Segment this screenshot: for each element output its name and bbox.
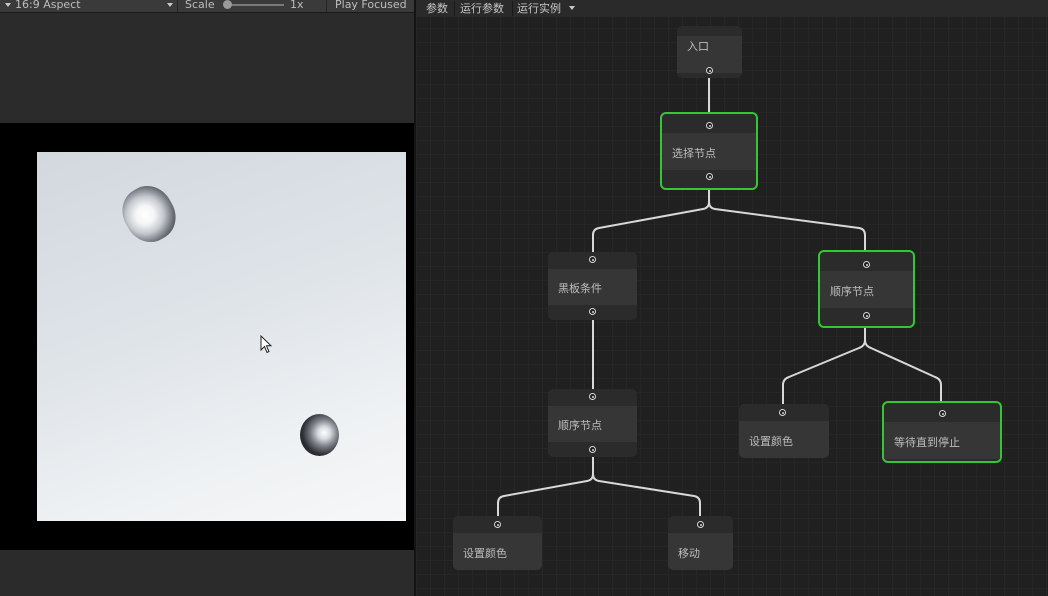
scale-label: Scale bbox=[185, 0, 215, 11]
toolbar-divider bbox=[454, 1, 455, 16]
output-port[interactable] bbox=[863, 312, 870, 319]
mouse-cursor-icon bbox=[260, 335, 273, 354]
input-port[interactable] bbox=[706, 122, 713, 129]
dropdown-arrow-icon bbox=[5, 3, 11, 7]
input-port[interactable] bbox=[697, 521, 704, 528]
node-label: 等待直到停止 bbox=[894, 436, 960, 449]
aspect-dropdown[interactable]: 16:9 Aspect bbox=[15, 0, 81, 12]
input-port[interactable] bbox=[589, 393, 596, 400]
scale-slider-track[interactable] bbox=[226, 4, 284, 6]
input-port[interactable] bbox=[589, 256, 596, 263]
node-label: 顺序节点 bbox=[830, 285, 874, 298]
graph-editor-canvas[interactable] bbox=[416, 0, 1048, 596]
toolbar-divider bbox=[512, 1, 513, 16]
tab-runtime-parameters[interactable]: 运行参数 bbox=[457, 0, 507, 17]
node-label: 设置颜色 bbox=[749, 435, 793, 448]
tab-parameters[interactable]: 参数 bbox=[423, 0, 451, 17]
node-label: 选择节点 bbox=[672, 147, 716, 160]
input-port[interactable] bbox=[494, 521, 501, 528]
game-view-toolbar: 16:9 Aspect Scale 1x Play Focused bbox=[0, 0, 414, 13]
output-port[interactable] bbox=[589, 308, 596, 315]
node-label: 黑板条件 bbox=[558, 282, 602, 295]
scale-value: 1x bbox=[290, 0, 304, 11]
output-port[interactable] bbox=[706, 67, 713, 74]
scale-slider-handle[interactable] bbox=[223, 0, 232, 9]
game-scene-floor bbox=[37, 152, 406, 521]
output-port[interactable] bbox=[706, 173, 713, 180]
graph-node-move[interactable]: 移动 bbox=[668, 516, 733, 570]
graph-node-wait-until-stop[interactable]: 等待直到停止 bbox=[882, 401, 1002, 463]
game-view-panel: 16:9 Aspect Scale 1x Play Focused bbox=[0, 0, 414, 596]
graph-node-sequence-left[interactable]: 顺序节点 bbox=[548, 389, 637, 457]
graph-node-entry[interactable]: 入口 bbox=[677, 26, 742, 78]
input-port[interactable] bbox=[863, 261, 870, 268]
tab-runtime-instances[interactable]: 运行实例 bbox=[514, 0, 564, 17]
node-label: 顺序节点 bbox=[558, 419, 602, 432]
toolbar-divider bbox=[326, 0, 327, 12]
node-label: 设置颜色 bbox=[463, 547, 507, 560]
toolbar-divider bbox=[177, 0, 178, 12]
graph-toolbar: 参数 运行参数 运行实例 bbox=[416, 0, 1048, 17]
graph-node-selector[interactable]: 选择节点 bbox=[660, 112, 758, 190]
node-label: 入口 bbox=[687, 40, 709, 53]
input-port[interactable] bbox=[939, 410, 946, 417]
sphere-object bbox=[300, 414, 339, 456]
chevron-down-icon[interactable] bbox=[569, 6, 575, 10]
output-port[interactable] bbox=[589, 446, 596, 453]
node-label: 移动 bbox=[678, 547, 700, 560]
input-port[interactable] bbox=[779, 409, 786, 416]
graph-node-blackboard-condition[interactable]: 黑板条件 bbox=[548, 252, 637, 320]
graph-node-sequence-right[interactable]: 顺序节点 bbox=[818, 250, 915, 328]
play-mode-dropdown[interactable]: Play Focused bbox=[335, 0, 407, 12]
graph-node-set-color-left[interactable]: 设置颜色 bbox=[453, 516, 542, 570]
graph-node-set-color-right[interactable]: 设置颜色 bbox=[739, 404, 829, 458]
chevron-down-icon[interactable] bbox=[167, 3, 173, 7]
